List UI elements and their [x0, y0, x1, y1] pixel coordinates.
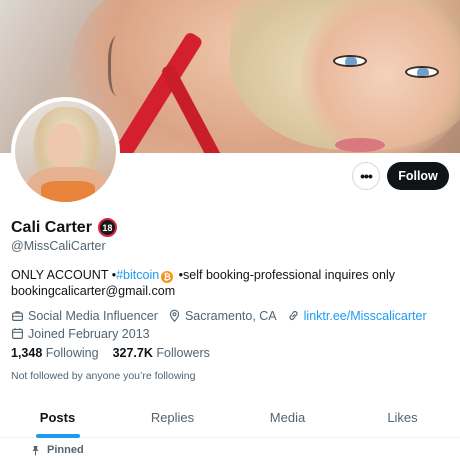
bio-text-part2: •self booking-professional inquires only	[175, 268, 395, 282]
profile-meta: Social Media Influencer Sacramento, CA l…	[11, 307, 451, 343]
following-link[interactable]: 1,348 Following	[11, 346, 99, 360]
banner-tattoo	[108, 36, 130, 96]
profile-location: Sacramento, CA	[168, 309, 277, 323]
tab-replies-label: Replies	[150, 410, 195, 425]
bio-hashtag-link[interactable]: #bitcoin	[116, 268, 159, 282]
profile-bio: ONLY ACCOUNT •#bitcoin ₿ •self booking-pr…	[11, 267, 451, 299]
avatar-face	[47, 123, 83, 167]
category-label: Social Media Influencer	[28, 308, 158, 323]
active-tab-indicator	[35, 434, 80, 438]
profile-handle: @MissCaliCarter	[11, 239, 106, 253]
following-count: 1,348	[11, 346, 43, 360]
profile-category: Social Media Influencer	[11, 309, 158, 323]
pinned-label: Pinned	[47, 444, 84, 456]
tab-replies[interactable]: Replies	[115, 398, 230, 437]
banner-face-region	[300, 0, 460, 153]
bio-text-part1: ONLY ACCOUNT •	[11, 268, 117, 282]
followers-link[interactable]: 327.7K Followers	[113, 346, 210, 360]
banner-eye-right	[405, 66, 439, 78]
bio-email: bookingcalicarter@gmail.com	[11, 284, 176, 298]
link-icon	[289, 311, 298, 320]
joined-label: Joined February 2013	[28, 326, 150, 341]
following-label: Following	[45, 346, 99, 360]
more-options-button[interactable]: •••	[352, 162, 380, 190]
tab-posts-label: Posts	[39, 410, 76, 425]
location-pin-icon	[169, 309, 180, 322]
bitcoin-icon: ₿	[161, 271, 174, 283]
banner-eye-left	[333, 55, 367, 67]
tab-media[interactable]: Media	[230, 398, 345, 437]
banner-lips	[335, 138, 385, 152]
website-link[interactable]: linktr.ee/Misscalicarter	[304, 309, 427, 323]
location-label: Sacramento, CA	[184, 308, 277, 323]
tab-posts[interactable]: Posts	[0, 398, 115, 438]
briefcase-icon	[12, 311, 23, 321]
pin-icon	[32, 445, 39, 455]
followers-label: Followers	[156, 346, 210, 360]
profile-name: Cali Carter	[11, 218, 92, 236]
age-restriction-icon: 18	[97, 218, 117, 237]
profile-avatar[interactable]	[11, 97, 120, 206]
profile-website[interactable]: linktr.ee/Misscalicarter	[287, 309, 427, 323]
calendar-icon	[12, 328, 23, 339]
avatar-image	[15, 101, 116, 202]
avatar-top	[41, 181, 95, 202]
follow-button[interactable]: Follow	[387, 162, 449, 190]
profile-tabs: Posts Replies Media Likes	[0, 398, 460, 438]
profile-joined: Joined February 2013	[11, 327, 150, 341]
not-followed-notice: Not followed by anyone you’re following	[11, 370, 196, 382]
pinned-indicator: Pinned	[30, 444, 84, 456]
followers-count: 327.7K	[112, 346, 153, 360]
profile-name-row: Cali Carter 18	[11, 218, 117, 237]
tab-likes-label: Likes	[387, 410, 418, 425]
profile-stats: 1,348 Following 327.7K Followers	[11, 346, 224, 360]
tab-likes[interactable]: Likes	[345, 398, 460, 437]
tab-media-label: Media	[269, 410, 306, 425]
